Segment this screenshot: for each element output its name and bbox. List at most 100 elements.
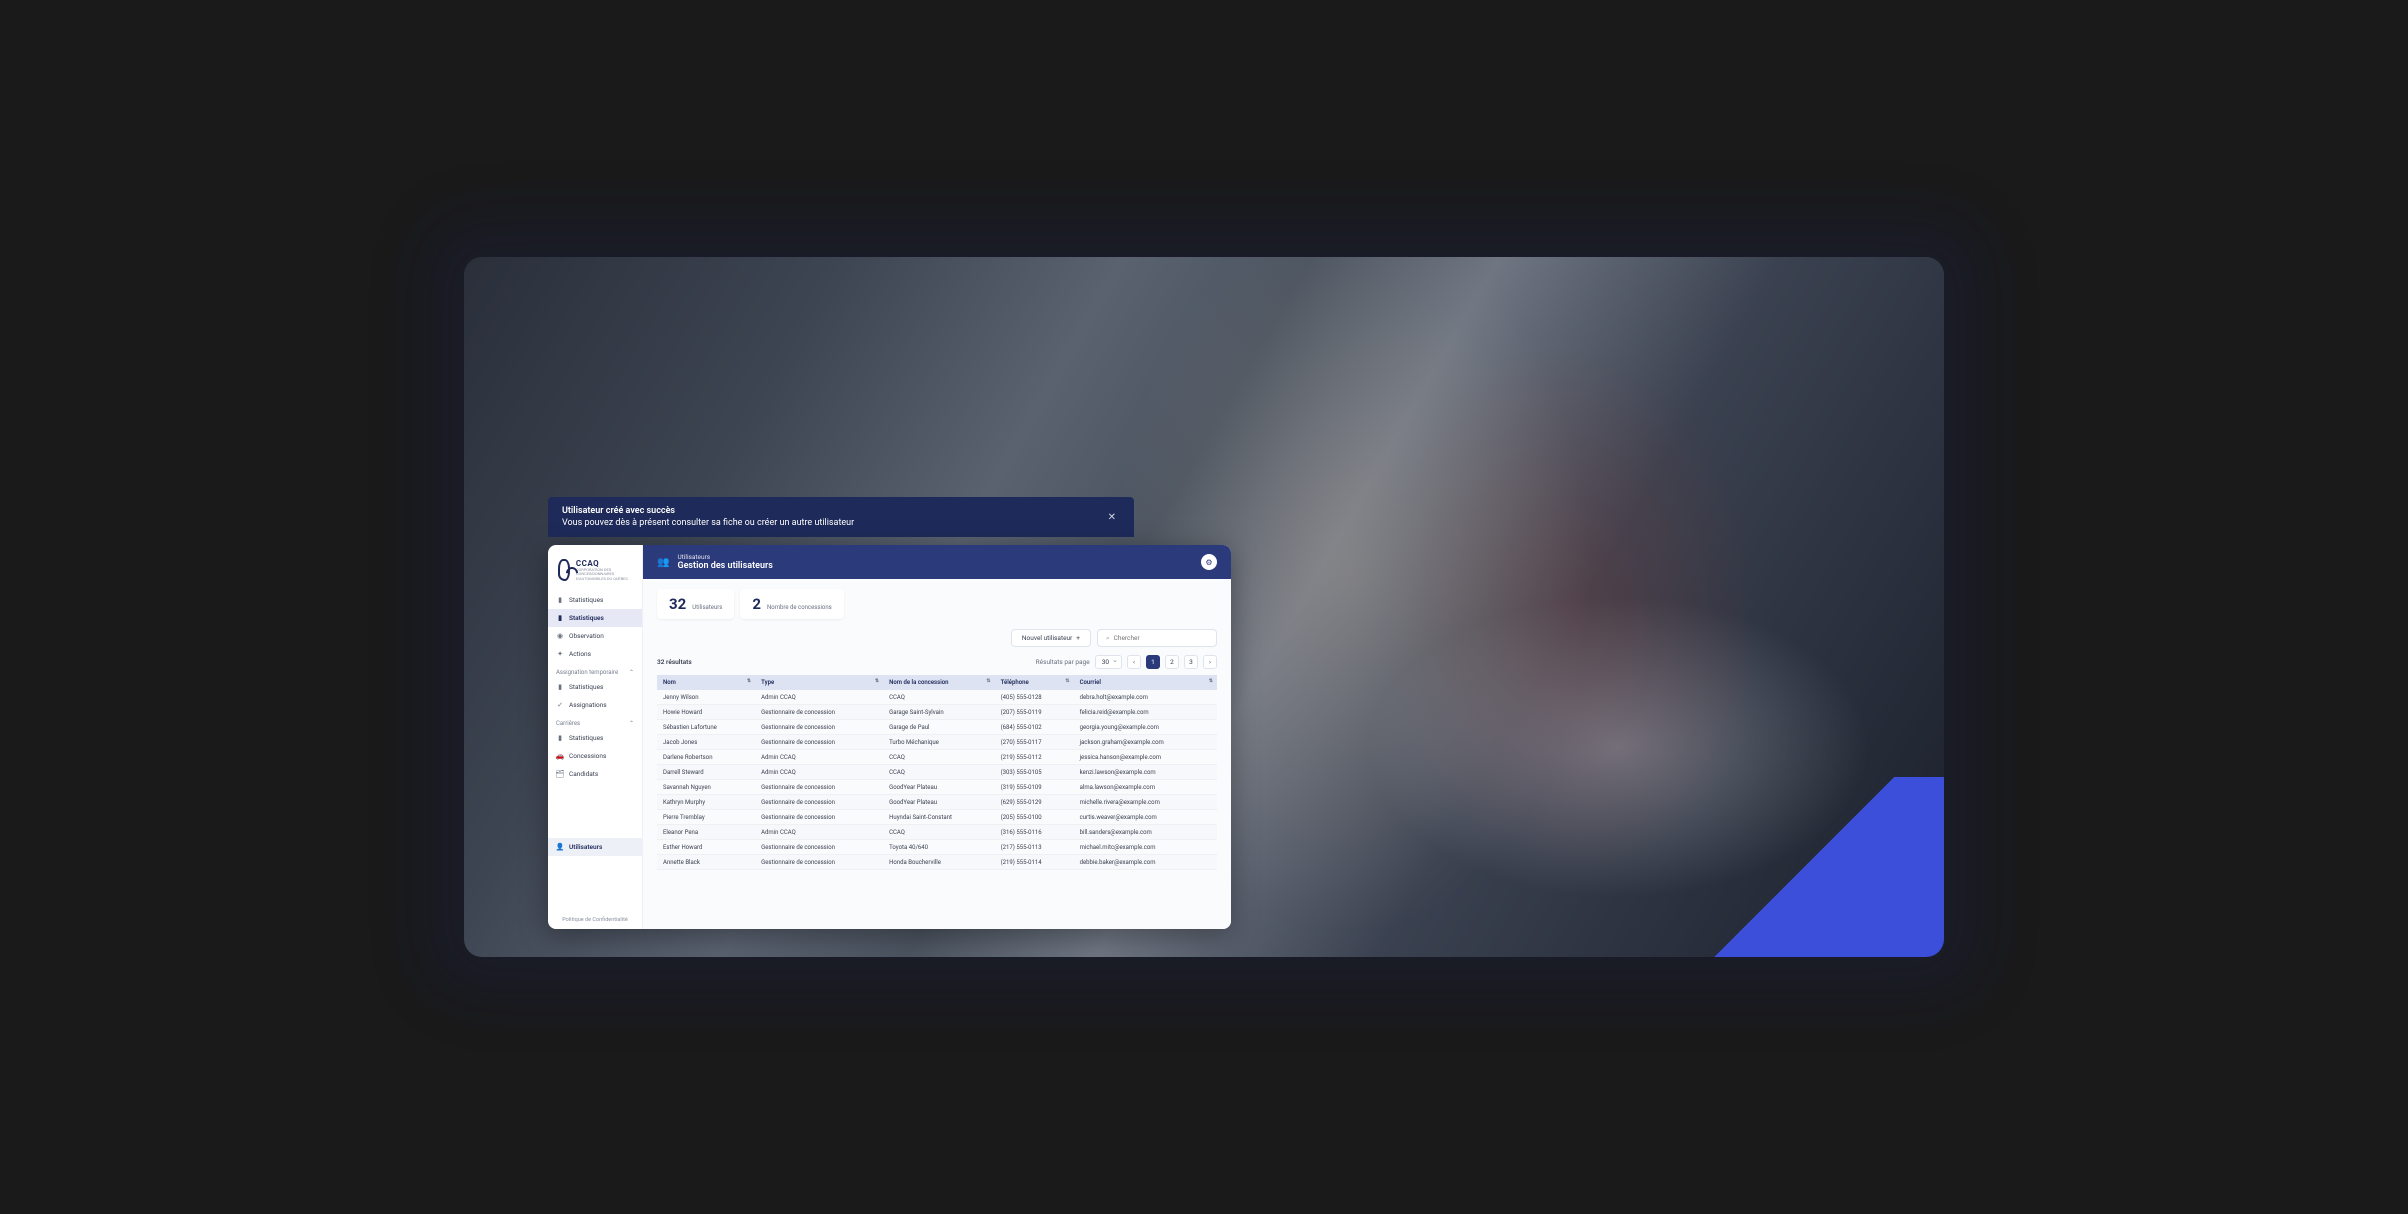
sidebar-item-actions[interactable]: ✦Actions <box>548 645 642 663</box>
table-cell: Jacob Jones <box>657 735 755 750</box>
table-cell: Admin CCAQ <box>755 690 883 705</box>
table-cell: (219) 555-0112 <box>995 750 1074 765</box>
table-cell: (316) 555-0116 <box>995 825 1074 840</box>
table-row[interactable]: Jenny WilsonAdmin CCAQCCAQ(405) 555-0128… <box>657 690 1217 705</box>
toast-body: Vous pouvez dès à présent consulter sa f… <box>562 517 854 529</box>
table-row[interactable]: Darrell StewardAdmin CCAQCCAQ(303) 555-0… <box>657 765 1217 780</box>
sidebar-footer-link[interactable]: Politique de Confidentialité <box>548 911 642 929</box>
table-cell: Darlene Robertson <box>657 750 755 765</box>
chevron-up-icon: ⌃ <box>629 669 634 676</box>
sidebar-item-concessions[interactable]: 🚗Concessions <box>548 747 642 765</box>
nav-section-assignation[interactable]: Assignation temporaire ⌃ <box>548 663 642 678</box>
col-concession[interactable]: Nom de la concession⇅ <box>883 675 994 690</box>
nav-section-carrieres[interactable]: Carrières ⌃ <box>548 714 642 729</box>
sidebar-item-statistiques-active[interactable]: ▮Statistiques <box>548 609 642 627</box>
sidebar-item-statistiques[interactable]: ▮ Statistiques <box>548 591 642 609</box>
table-cell: (207) 555-0119 <box>995 705 1074 720</box>
page-prev-button[interactable]: ‹ <box>1127 655 1141 669</box>
table-cell: georgia.young@example.com <box>1074 720 1217 735</box>
sidebar-item-label: Concessions <box>569 752 606 760</box>
sidebar-item-label: Statistiques <box>569 596 603 604</box>
page-next-button[interactable]: › <box>1203 655 1217 669</box>
section-title: Carrières <box>556 720 580 727</box>
table-row[interactable]: Darlene RobertsonAdmin CCAQCCAQ(219) 555… <box>657 750 1217 765</box>
table-row[interactable]: Howie HowardGestionnaire de concessionGa… <box>657 705 1217 720</box>
sidebar-item-label: Statistiques <box>569 683 603 691</box>
sidebar-item-observation[interactable]: ◉Observation <box>548 627 642 645</box>
page-3-button[interactable]: 3 <box>1184 655 1198 669</box>
table-cell: Gestionnaire de concession <box>755 705 883 720</box>
app-window: CCAQ CORPORATION DES CONCESSIONNAIRES D'… <box>548 545 1231 929</box>
sidebar-item-stats-carr[interactable]: ▮Statistiques <box>548 729 642 747</box>
table-cell: Huyndai Saint-Constant <box>883 810 994 825</box>
breadcrumb: Utilisateurs <box>677 553 772 561</box>
col-telephone[interactable]: Téléphone⇅ <box>995 675 1074 690</box>
pagination: Résultats par page 30 ‹ 1 2 3 › <box>1036 655 1217 669</box>
circle-icon: ◉ <box>556 632 564 640</box>
folder-icon: 🗂 <box>556 770 564 778</box>
sidebar-item-utilisateurs[interactable]: 👤Utilisateurs <box>548 838 642 856</box>
table-row[interactable]: Annette BlackGestionnaire de concessionH… <box>657 855 1217 870</box>
table-cell: (219) 555-0114 <box>995 855 1074 870</box>
results-bar: 32 résultats Résultats par page 30 ‹ 1 2… <box>643 655 1231 675</box>
stat-value: 2 <box>752 595 761 613</box>
table-cell: Gestionnaire de concession <box>755 720 883 735</box>
col-courriel[interactable]: Courriel⇅ <box>1074 675 1217 690</box>
table-cell: Eleanor Pena <box>657 825 755 840</box>
table-cell: CCAQ <box>883 750 994 765</box>
col-label: Nom <box>663 679 676 686</box>
col-type[interactable]: Type⇅ <box>755 675 883 690</box>
table-cell: Honda Boucherville <box>883 855 994 870</box>
table-cell: (319) 555-0109 <box>995 780 1074 795</box>
table-row[interactable]: Esther HowardGestionnaire de concessionT… <box>657 840 1217 855</box>
search-input[interactable] <box>1114 634 1208 642</box>
table-cell: CCAQ <box>883 690 994 705</box>
add-user-button[interactable]: Nouvel utilisateur + <box>1011 629 1091 647</box>
bar-chart-icon: ▮ <box>556 596 564 604</box>
page-title: Gestion des utilisateurs <box>677 561 772 571</box>
table-cell: Gestionnaire de concession <box>755 780 883 795</box>
table-cell: (217) 555-0113 <box>995 840 1074 855</box>
table-cell: Annette Black <box>657 855 755 870</box>
rpp-select[interactable]: 30 <box>1095 655 1122 669</box>
table-cell: Garage de Paul <box>883 720 994 735</box>
chevron-right-icon: › <box>1209 658 1211 666</box>
device-frame: Utilisateur créé avec succès Vous pouvez… <box>464 257 1944 957</box>
sidebar-item-assignations[interactable]: ✓Assignations <box>548 696 642 714</box>
table-cell: kenzi.lawson@example.com <box>1074 765 1217 780</box>
section-title: Assignation temporaire <box>556 669 618 676</box>
toast-close-button[interactable]: ✕ <box>1104 512 1120 523</box>
search-input-wrapper[interactable]: ⌕ <box>1097 629 1217 647</box>
user-icon: 👤 <box>556 843 564 851</box>
corner-accent <box>1664 777 1944 957</box>
table-row[interactable]: Savannah NguyenGestionnaire de concessio… <box>657 780 1217 795</box>
main-panel: 👥 Utilisateurs Gestion des utilisateurs … <box>643 545 1231 929</box>
toast-notification: Utilisateur créé avec succès Vous pouvez… <box>548 497 1134 537</box>
table-row[interactable]: Jacob JonesGestionnaire de concessionTur… <box>657 735 1217 750</box>
table-cell: GoodYear Plateau <box>883 780 994 795</box>
table-cell: jackson.graham@example.com <box>1074 735 1217 750</box>
chevron-up-icon: ⌃ <box>629 720 634 727</box>
table-cell: Kathryn Murphy <box>657 795 755 810</box>
nav-root: ▮Statistiques ▮Statistiques ◉Observation… <box>548 591 642 663</box>
logo-subtitle: CORPORATION DES CONCESSIONNAIRES D'AUTOM… <box>576 568 632 581</box>
page-1-button[interactable]: 1 <box>1146 655 1160 669</box>
sidebar-item-candidats[interactable]: 🗂 Candidats <box>548 765 642 783</box>
sidebar-item-label: Candidats <box>569 770 598 778</box>
page-2-button[interactable]: 2 <box>1165 655 1179 669</box>
table-row[interactable]: Pierre TremblayGestionnaire de concessio… <box>657 810 1217 825</box>
toast-title: Utilisateur créé avec succès <box>562 505 854 517</box>
table-row[interactable]: Kathryn MurphyGestionnaire de concession… <box>657 795 1217 810</box>
sidebar-item-stats-assign[interactable]: ▮Statistiques <box>548 678 642 696</box>
search-icon: ⌕ <box>1106 634 1110 643</box>
table-cell: Garage Saint-Sylvain <box>883 705 994 720</box>
table-row[interactable]: Sébastien LafortuneGestionnaire de conce… <box>657 720 1217 735</box>
page-header: 👥 Utilisateurs Gestion des utilisateurs … <box>643 545 1231 579</box>
users-icon: 👥 <box>657 557 669 568</box>
table-row[interactable]: Eleanor PenaAdmin CCAQCCAQ(316) 555-0116… <box>657 825 1217 840</box>
table-cell: Turbo Méchanique <box>883 735 994 750</box>
table-cell: (629) 555-0129 <box>995 795 1074 810</box>
stat-label: Nombre de concessions <box>767 604 832 611</box>
settings-button[interactable]: ⚙ <box>1201 554 1217 570</box>
col-nom[interactable]: Nom⇅ <box>657 675 755 690</box>
